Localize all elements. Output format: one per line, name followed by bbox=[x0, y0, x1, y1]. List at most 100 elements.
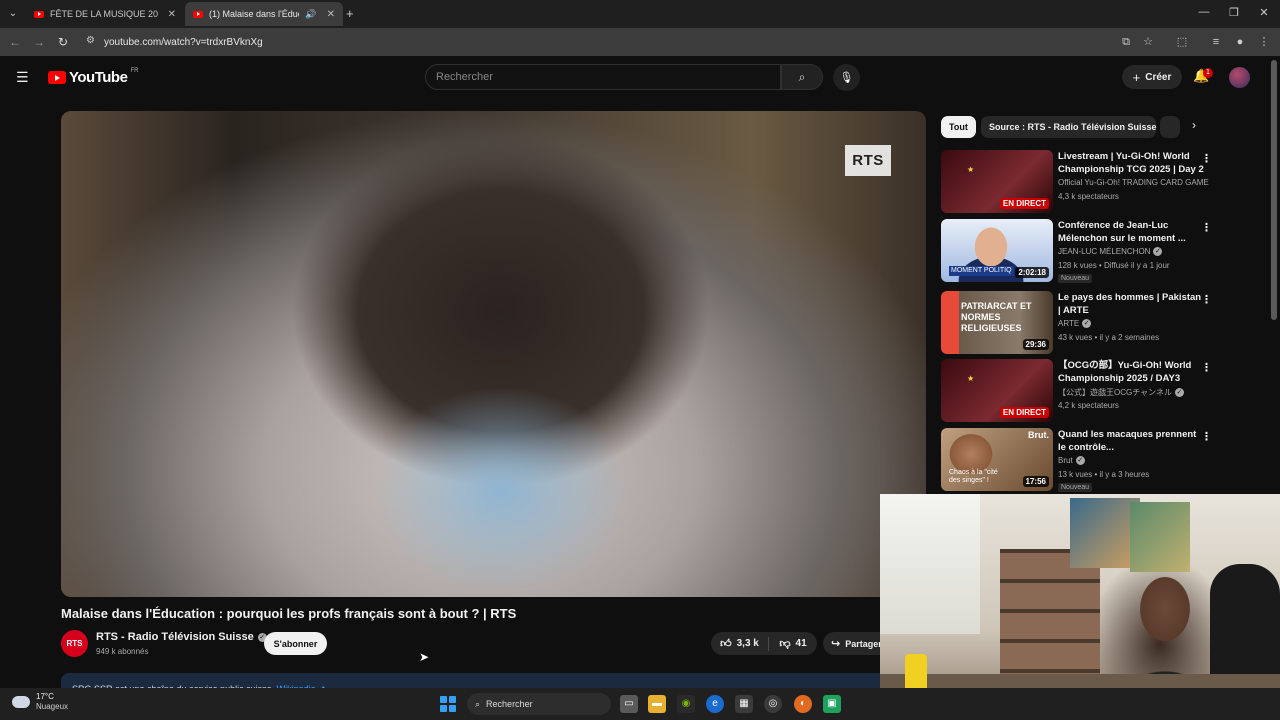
more-options-icon[interactable]: ⋮ bbox=[1201, 361, 1212, 374]
rec-channel[interactable]: Official Yu-Gi-Oh! TRADING CARD GAME bbox=[1058, 178, 1209, 187]
microsoft-store-icon[interactable]: ▦ bbox=[735, 695, 753, 713]
thumbnail[interactable]: ★ EN DIRECT bbox=[941, 359, 1053, 422]
new-badge: Nouveau bbox=[1058, 274, 1093, 283]
duration-badge: 17:56 bbox=[1022, 476, 1049, 487]
subscribe-button[interactable]: S'abonner bbox=[264, 632, 327, 655]
profile-icon[interactable]: ● bbox=[1232, 34, 1248, 50]
extensions-icon[interactable]: ⬚ bbox=[1174, 34, 1190, 50]
brut-logo-text: Brut. bbox=[1028, 430, 1049, 440]
more-options-icon[interactable]: ⋮ bbox=[1201, 293, 1212, 306]
thumbnail[interactable]: MOMENT POLITIQ 2:02:18 bbox=[941, 219, 1053, 282]
more-options-icon[interactable]: ⋮ bbox=[1201, 221, 1212, 234]
dislike-button[interactable]: 👎︎ 41 bbox=[769, 637, 817, 650]
close-icon[interactable]: ✕ bbox=[327, 9, 335, 20]
recommendation-item[interactable]: Brut. Chaos à la "cité des singes" ! 17:… bbox=[941, 428, 1221, 492]
thumb-graphic: ★ bbox=[967, 165, 975, 174]
chrome-menu-icon[interactable]: ⋮ bbox=[1256, 34, 1272, 50]
rec-meta: 128 k vues • Diffusé il y a 1 jour bbox=[1058, 261, 1170, 270]
back-icon[interactable]: ← bbox=[6, 33, 24, 51]
search-button[interactable]: ⌕ bbox=[781, 64, 823, 90]
rec-channel-name: 【公式】遊戯王OCGチャンネル bbox=[1058, 388, 1172, 397]
url-field[interactable]: ⚙ youtube.com/watch?v=trdxrBVknXg bbox=[80, 32, 1170, 52]
thumb-caption: MOMENT POLITIQ bbox=[949, 266, 1014, 276]
recommendation-item[interactable]: ★ EN DIRECT Livestream | Yu-Gi-Oh! World… bbox=[941, 150, 1221, 214]
more-options-icon[interactable]: ⋮ bbox=[1201, 430, 1212, 443]
bookmark-star-icon[interactable]: ☆ bbox=[1140, 34, 1156, 50]
rec-meta: 43 k vues • il y a 2 semaines bbox=[1058, 333, 1160, 342]
video-player[interactable] bbox=[61, 111, 926, 597]
thumbs-down-icon: 👎︎ bbox=[779, 638, 791, 650]
new-tab-icon[interactable]: + bbox=[346, 6, 354, 21]
chip-source-rts[interactable]: Source : RTS - Radio Télévision Suisse bbox=[981, 116, 1157, 138]
task-view-icon[interactable]: ▭ bbox=[620, 695, 638, 713]
chip-all[interactable]: Tout bbox=[941, 116, 976, 138]
thumbnail[interactable]: ★ EN DIRECT bbox=[941, 150, 1053, 213]
speaker-icon[interactable]: 🔊 bbox=[305, 9, 316, 20]
tab-search-icon[interactable]: ⌄ bbox=[6, 7, 20, 21]
video-title: Malaise dans l'Éducation : pourquoi les … bbox=[61, 606, 517, 621]
search-icon: ⌕ bbox=[798, 69, 806, 84]
recommendation-item[interactable]: MOMENT POLITIQ 2:02:18 Conférence de Jea… bbox=[941, 219, 1221, 283]
search-input[interactable]: Rechercher bbox=[425, 64, 781, 90]
address-toolbar: ← → ↻ ⚙ youtube.com/watch?v=trdxrBVknXg … bbox=[0, 28, 1280, 56]
rts-watermark: RTS bbox=[845, 145, 891, 176]
thumb-caption: Chaos à la "cité des singes" ! bbox=[949, 469, 998, 484]
youtube-logo[interactable]: YouTube FR bbox=[48, 67, 139, 86]
rec-channel[interactable]: Brut ✓ bbox=[1058, 456, 1085, 465]
voice-search-button[interactable]: 🎙 bbox=[833, 64, 860, 91]
channel-avatar[interactable]: RTS bbox=[61, 630, 88, 657]
chrome-icon[interactable]: ◎ bbox=[764, 695, 782, 713]
tab-fete-musique[interactable]: FÊTE DE LA MUSIQUE 2025 - Y ✕ bbox=[26, 2, 184, 26]
youtube-favicon-icon bbox=[34, 10, 44, 18]
firefox-icon[interactable]: ◐ bbox=[794, 695, 812, 713]
account-avatar[interactable] bbox=[1229, 67, 1250, 88]
region-code: FR bbox=[130, 67, 139, 74]
like-button[interactable]: 👍︎ 3,3 k bbox=[711, 636, 769, 651]
app-icon[interactable]: ▣ bbox=[823, 695, 841, 713]
subscriber-count: 949 k abonnés bbox=[96, 647, 149, 656]
more-options-icon[interactable]: ⋮ bbox=[1201, 152, 1212, 165]
youtube-favicon-icon bbox=[193, 10, 203, 18]
share-arrow-icon: ↪ bbox=[831, 638, 841, 650]
thumbnail[interactable]: PATRIARCAT ET NORMES RELIGIEUSES 29:36 bbox=[941, 291, 1053, 354]
rec-channel[interactable]: 【公式】遊戯王OCGチャンネル ✓ bbox=[1058, 387, 1184, 398]
minimize-icon[interactable]: — bbox=[1196, 6, 1212, 18]
create-button[interactable]: + Créer bbox=[1122, 65, 1182, 89]
thumbnail[interactable]: Brut. Chaos à la "cité des singes" ! 17:… bbox=[941, 428, 1053, 491]
rec-title: Quand les macaques prennent le contrôle.… bbox=[1058, 429, 1197, 453]
window-close-icon[interactable]: ✕ bbox=[1256, 6, 1272, 19]
tab-malaise-education[interactable]: (1) Malaise dans l'Éducation 🔊 ✕ bbox=[185, 2, 343, 26]
nvidia-icon[interactable]: ◉ bbox=[677, 695, 695, 713]
dislike-count: 41 bbox=[795, 638, 807, 649]
windows-start-icon[interactable] bbox=[440, 696, 456, 712]
search-icon: ⌕ bbox=[475, 698, 481, 709]
rec-channel[interactable]: JEAN-LUC MÉLENCHON ✓ bbox=[1058, 247, 1163, 256]
webcam-poster bbox=[1130, 502, 1190, 572]
chip-partial[interactable] bbox=[1160, 116, 1180, 138]
rec-channel[interactable]: ARTE ✓ bbox=[1058, 319, 1092, 328]
page-scrollbar[interactable] bbox=[1271, 60, 1277, 320]
file-explorer-icon[interactable]: ▬ bbox=[648, 695, 666, 713]
reload-icon[interactable]: ↻ bbox=[54, 33, 72, 51]
hamburger-menu-icon[interactable]: ☰ bbox=[16, 69, 29, 86]
create-label: Créer bbox=[1145, 71, 1172, 83]
taskbar-search[interactable]: ⌕ Rechercher bbox=[467, 693, 611, 715]
site-info-icon[interactable]: ⚙ bbox=[86, 35, 95, 46]
duration-badge: 2:02:18 bbox=[1015, 267, 1049, 278]
plus-icon: + bbox=[1132, 69, 1141, 85]
chevron-right-icon[interactable]: › bbox=[1185, 118, 1203, 132]
recommendation-item[interactable]: ★ EN DIRECT 【OCGの部】Yu-Gi-Oh! World Champ… bbox=[941, 359, 1221, 423]
temperature-text: 17°C bbox=[36, 692, 54, 701]
media-queue-icon[interactable]: ≡ bbox=[1208, 34, 1224, 50]
cast-icon[interactable]: ⧉ bbox=[1118, 34, 1134, 50]
verified-icon: ✓ bbox=[1153, 247, 1163, 256]
recommendation-item[interactable]: PATRIARCAT ET NORMES RELIGIEUSES 29:36 L… bbox=[941, 291, 1221, 355]
forward-icon[interactable]: → bbox=[30, 33, 48, 51]
restore-icon[interactable]: ❐ bbox=[1226, 6, 1242, 19]
rec-channel-name: Official Yu-Gi-Oh! TRADING CARD GAME bbox=[1058, 178, 1209, 187]
close-icon[interactable]: ✕ bbox=[168, 9, 176, 20]
share-label: Partager bbox=[845, 638, 882, 649]
channel-name[interactable]: RTS - Radio Télévision Suisse ✓ bbox=[96, 631, 267, 643]
edge-icon[interactable]: e bbox=[706, 695, 724, 713]
weather-widget[interactable]: 17°C Nuageux bbox=[12, 692, 68, 712]
